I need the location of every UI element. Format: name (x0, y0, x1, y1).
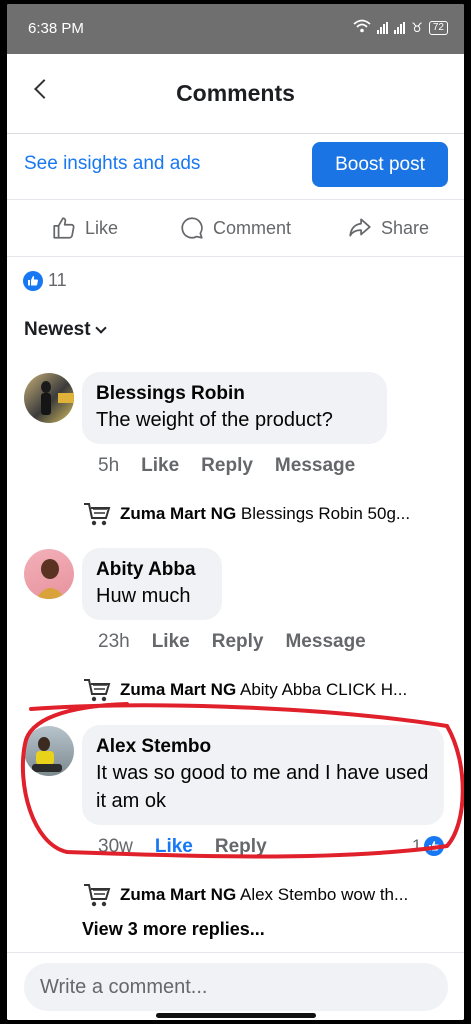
reply-text: Abity Abba CLICK H... (239, 680, 408, 699)
reply-preview[interactable]: Zuma Mart NG Blessings Robin 50g... (82, 501, 452, 527)
chevron-down-icon (94, 322, 107, 334)
reply-author: Zuma Mart NG (120, 504, 237, 523)
comment-like-button[interactable]: Like (141, 455, 179, 477)
comment-composer (7, 952, 464, 1020)
like-action-button[interactable]: Like (51, 215, 118, 241)
comment-meta: 30w Like Reply (98, 836, 267, 858)
reply-text: Alex Stembo wow th... (239, 885, 409, 904)
comment-action-label: Comment (213, 217, 292, 238)
reply-author: Zuma Mart NG (120, 680, 237, 699)
comment-bubble: Abity Abba Huw much (82, 548, 222, 620)
reply-preview[interactable]: Zuma Mart NG Abity Abba CLICK H... (82, 677, 452, 703)
data-icon: ♉ (411, 19, 423, 35)
comment-reply-button[interactable]: Reply (201, 455, 253, 477)
comment-action-button[interactable]: Comment (179, 215, 291, 241)
signal-icon-2 (394, 21, 406, 34)
comment-time: 5h (98, 455, 120, 476)
comment-text: The weight of the product? (96, 409, 333, 431)
shopping-cart-icon (84, 884, 111, 907)
comment-like-button[interactable]: Like (152, 631, 190, 653)
comment-reaction-count[interactable]: 1 (412, 836, 445, 856)
share-action-button[interactable]: Share (347, 215, 429, 241)
sort-dropdown[interactable]: Newest (24, 319, 107, 341)
reply-author: Zuma Mart NG (120, 885, 237, 904)
avatar[interactable] (24, 726, 74, 776)
comment-likes: 1 (412, 836, 422, 855)
sort-label: Newest (24, 319, 91, 340)
write-comment-input[interactable] (24, 963, 448, 1011)
status-icons: ♉ 72 (353, 19, 448, 36)
comment-reply-button[interactable]: Reply (215, 836, 267, 858)
header: Comments (7, 54, 464, 134)
comment-text: Huw much (96, 585, 191, 607)
avatar[interactable] (24, 549, 74, 599)
comment-bubble: Alex Stembo It was so good to me and I h… (82, 725, 444, 825)
comment-message-button[interactable]: Message (275, 455, 355, 477)
share-action-label: Share (381, 217, 430, 238)
post-actions-bar: Like Comment Share (7, 199, 464, 257)
avatar[interactable] (24, 373, 74, 423)
app-screen: 6:38 PM ♉ 72 Comments See insights and a… (7, 4, 464, 1020)
comment-like-button[interactable]: Like (155, 836, 193, 858)
shopping-cart-icon (84, 503, 111, 526)
like-reaction-icon (23, 270, 43, 291)
like-reaction-icon (424, 836, 445, 856)
reply-preview[interactable]: Zuma Mart NG Alex Stembo wow th... (82, 882, 452, 908)
share-arrow-icon (349, 218, 371, 237)
phone-frame: 6:38 PM ♉ 72 Comments See insights and a… (0, 0, 471, 1024)
battery-icon: 72 (428, 20, 448, 35)
reply-text: Blessings Robin 50g... (240, 504, 411, 523)
see-insights-link[interactable]: See insights and ads (24, 153, 200, 175)
comment-bubble-icon (181, 217, 203, 239)
comment-message-button[interactable]: Message (285, 631, 365, 653)
comment-text: It was so good to me and I have used it … (96, 762, 429, 812)
reaction-count: 11 (48, 270, 67, 290)
wifi-icon (353, 19, 371, 36)
comment-time: 23h (98, 631, 130, 652)
shopping-cart-icon (84, 679, 111, 702)
thumbs-up-icon (53, 217, 75, 239)
reaction-summary[interactable]: 11 (23, 270, 67, 291)
like-action-label: Like (85, 217, 119, 238)
comment-time: 30w (98, 836, 133, 857)
comment-meta: 23h Like Reply Message (98, 631, 366, 653)
signal-icon (377, 21, 389, 34)
comment-reply-button[interactable]: Reply (212, 631, 264, 653)
home-indicator[interactable] (156, 1013, 316, 1018)
page-title: Comments (176, 80, 295, 106)
comment-bubble: Blessings Robin The weight of the produc… (82, 372, 387, 444)
view-more-replies-link[interactable]: View 3 more replies... (82, 919, 265, 940)
status-bar: 6:38 PM ♉ 72 (7, 4, 464, 54)
comment-meta: 5h Like Reply Message (98, 455, 355, 477)
comment-author[interactable]: Blessings Robin (96, 382, 373, 406)
comment-author[interactable]: Abity Abba (96, 558, 208, 582)
status-time: 6:38 PM (28, 20, 84, 37)
comment-author[interactable]: Alex Stembo (96, 735, 430, 759)
boost-post-button[interactable]: Boost post (312, 142, 448, 187)
